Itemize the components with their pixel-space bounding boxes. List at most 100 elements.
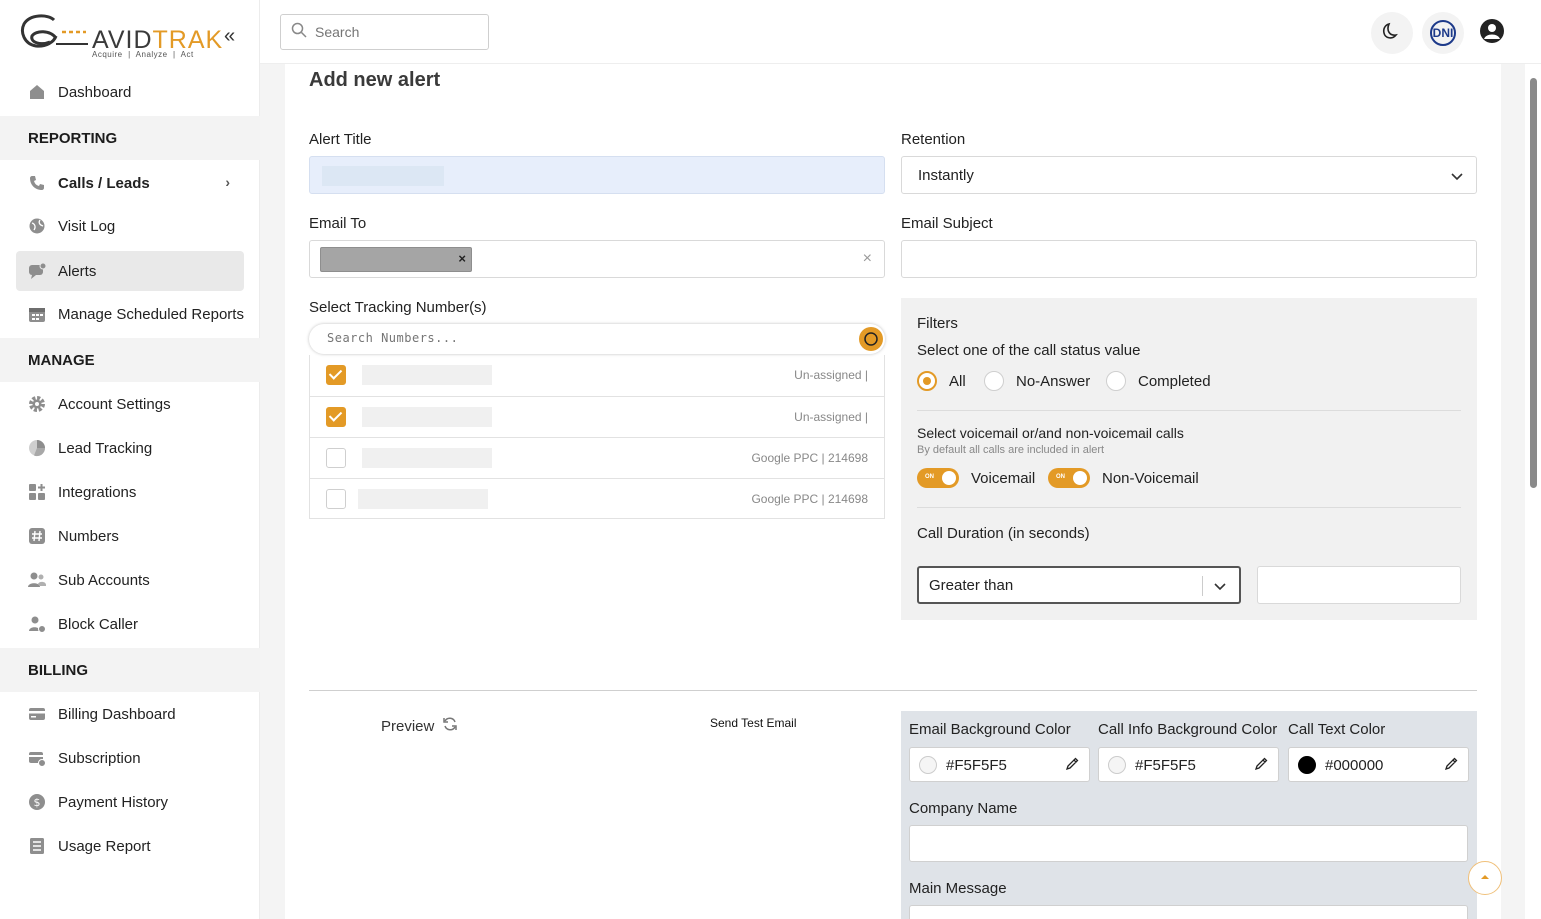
sidebar-item-numbers[interactable]: Numbers bbox=[16, 516, 244, 556]
sidebar-item-subscription[interactable]: Subscription bbox=[16, 738, 244, 778]
email-design-panel: Email Background Color Call Info Backgro… bbox=[901, 711, 1477, 919]
voicemail-prompt: Select voicemail or/and non-voicemail ca… bbox=[917, 425, 1184, 441]
non-voicemail-toggle[interactable]: ON bbox=[1048, 468, 1090, 488]
sidebar-item-billing-dashboard[interactable]: Billing Dashboard bbox=[16, 694, 244, 734]
redacted-number bbox=[362, 365, 492, 385]
sidebar-item-label: Account Settings bbox=[58, 395, 171, 413]
list-item[interactable]: Un-assigned | bbox=[310, 355, 884, 396]
list-item[interactable]: Google PPC | 214698 bbox=[310, 478, 884, 519]
clear-icon[interactable]: × bbox=[863, 250, 872, 268]
divider bbox=[917, 507, 1461, 508]
sidebar-item-lead-tracking[interactable]: Lead Tracking bbox=[16, 428, 244, 468]
company-name-input[interactable] bbox=[909, 825, 1468, 862]
number-source: Google PPC | 214698 bbox=[751, 451, 868, 465]
sidebar-item-integrations[interactable]: Integrations bbox=[16, 472, 244, 512]
email-to-field[interactable]: × × bbox=[309, 240, 885, 278]
redacted-number bbox=[362, 448, 492, 468]
user-menu[interactable] bbox=[1471, 12, 1513, 54]
sidebar-item-label: Sub Accounts bbox=[58, 571, 150, 589]
eyedropper-icon[interactable] bbox=[1254, 757, 1268, 776]
sidebar-item-label: Numbers bbox=[58, 527, 119, 545]
sidebar-item-block-caller[interactable]: Block Caller bbox=[16, 604, 244, 644]
avidtrak-logo[interactable]: AVIDTRAK Acquire | Analyze | Act bbox=[20, 12, 222, 62]
section-divider bbox=[309, 690, 1477, 691]
email-bg-color-field[interactable]: #F5F5F5 bbox=[909, 747, 1090, 782]
page-title: Add new alert bbox=[309, 69, 441, 91]
number-checkbox[interactable] bbox=[326, 365, 346, 385]
sidebar-item-label: Dashboard bbox=[58, 83, 132, 101]
email-subject-field[interactable] bbox=[901, 240, 1477, 278]
dni-button[interactable]: DNI bbox=[1422, 12, 1464, 54]
alert-chat-icon bbox=[28, 262, 46, 280]
radio-completed[interactable] bbox=[1106, 371, 1126, 391]
call-text-color-label: Call Text Color bbox=[1288, 721, 1386, 738]
sidebar-item-alerts[interactable]: Alerts bbox=[16, 251, 244, 291]
number-checkbox[interactable] bbox=[326, 407, 346, 427]
sidebar-item-usage-report[interactable]: Usage Report bbox=[16, 826, 244, 866]
color-value: #F5F5F5 bbox=[1135, 757, 1196, 774]
filters-panel: Filters Select one of the call status va… bbox=[901, 298, 1477, 620]
search-icon[interactable] bbox=[859, 327, 883, 351]
redacted-number bbox=[358, 489, 488, 509]
radio-all[interactable] bbox=[917, 371, 937, 391]
sidebar-item-calls-leads[interactable]: Calls / Leads › bbox=[16, 163, 244, 203]
main-message-label: Main Message bbox=[909, 880, 1007, 897]
non-voicemail-label: Non-Voicemail bbox=[1102, 470, 1199, 487]
search-numbers-input[interactable] bbox=[327, 331, 827, 345]
number-checkbox[interactable] bbox=[326, 489, 346, 509]
scrollbar-thumb[interactable] bbox=[1530, 78, 1537, 488]
sidebar-item-scheduled-reports[interactable]: Manage Scheduled Reports bbox=[16, 294, 244, 334]
radio-completed-label: Completed bbox=[1138, 373, 1211, 390]
alert-title-field[interactable] bbox=[309, 156, 885, 194]
sidebar-item-sub-accounts[interactable]: Sub Accounts bbox=[16, 560, 244, 600]
sidebar-item-visit-log[interactable]: Visit Log bbox=[16, 206, 244, 246]
main-message-input[interactable] bbox=[909, 905, 1468, 919]
send-test-email-button[interactable]: Send Test Email bbox=[710, 716, 797, 730]
sidebar-item-payment-history[interactable]: $ Payment History bbox=[16, 782, 244, 822]
call-info-bg-color-field[interactable]: #F5F5F5 bbox=[1098, 747, 1279, 782]
duration-seconds-input[interactable] bbox=[1257, 566, 1461, 604]
list-item[interactable]: Google PPC | 214698 bbox=[310, 437, 884, 478]
dark-mode-toggle[interactable] bbox=[1371, 12, 1413, 54]
svg-text:$: $ bbox=[34, 796, 41, 809]
remove-chip-icon[interactable]: × bbox=[458, 251, 466, 266]
sidebar-item-label: Block Caller bbox=[58, 615, 139, 633]
voicemail-toggle[interactable]: ON bbox=[917, 468, 959, 488]
search-input[interactable] bbox=[315, 24, 475, 40]
section-billing: BILLING bbox=[0, 648, 260, 692]
email-subject-label: Email Subject bbox=[901, 215, 993, 232]
sidebar-item-label: Payment History bbox=[58, 793, 169, 811]
radio-all-label: All bbox=[949, 373, 966, 390]
sidebar: AVIDTRAK Acquire | Analyze | Act « Dashb… bbox=[0, 0, 260, 919]
list-icon bbox=[28, 837, 46, 855]
color-swatch[interactable] bbox=[1298, 756, 1316, 774]
call-info-bg-color-label: Call Info Background Color bbox=[1098, 721, 1278, 738]
vertical-scrollbar[interactable] bbox=[1525, 64, 1541, 919]
scroll-to-top-button[interactable] bbox=[1468, 861, 1502, 895]
sidebar-item-dashboard[interactable]: Dashboard bbox=[16, 72, 244, 112]
alert-title-label: Alert Title bbox=[309, 131, 372, 148]
preview-button[interactable]: Preview bbox=[381, 716, 458, 736]
refresh-icon bbox=[442, 716, 458, 736]
eyedropper-icon[interactable] bbox=[1065, 757, 1079, 776]
card-settings-icon bbox=[28, 749, 46, 767]
number-checkbox[interactable] bbox=[326, 448, 346, 468]
call-text-color-field[interactable]: #000000 bbox=[1288, 747, 1469, 782]
global-search[interactable] bbox=[280, 14, 489, 50]
toggle-on-text: ON bbox=[1056, 474, 1065, 480]
color-swatch[interactable] bbox=[919, 756, 937, 774]
radio-no-answer[interactable] bbox=[984, 371, 1004, 391]
list-item[interactable]: Un-assigned | bbox=[310, 396, 884, 437]
globe-icon bbox=[28, 217, 46, 235]
sidebar-item-label: Alerts bbox=[58, 262, 97, 280]
chevrons-left-icon[interactable]: « bbox=[224, 26, 242, 46]
color-value: #000000 bbox=[1325, 757, 1384, 774]
retention-select[interactable]: Instantly bbox=[901, 156, 1477, 194]
number-source: Un-assigned | bbox=[794, 368, 868, 382]
sidebar-item-label: Subscription bbox=[58, 749, 141, 767]
eyedropper-icon[interactable] bbox=[1444, 757, 1458, 776]
sidebar-item-account-settings[interactable]: Account Settings bbox=[16, 384, 244, 424]
color-swatch[interactable] bbox=[1108, 756, 1126, 774]
duration-operator-select[interactable]: Greater than bbox=[917, 566, 1241, 604]
logo-tagline: Acquire | Analyze | Act bbox=[92, 50, 194, 59]
